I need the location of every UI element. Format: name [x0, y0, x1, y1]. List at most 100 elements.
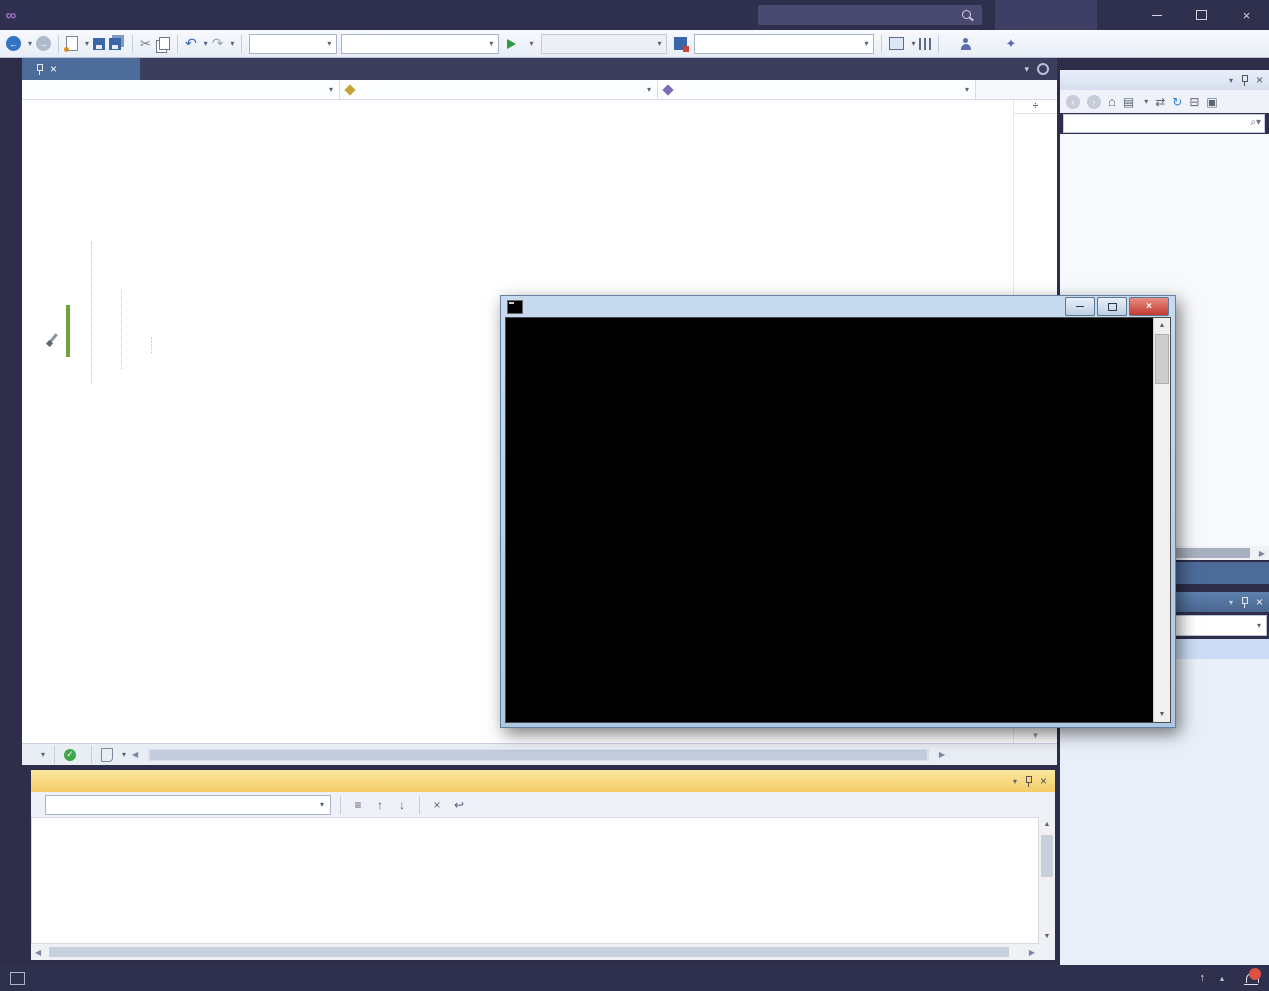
output-panel: ▾ × ▾ ≡ ↑ ↓ × ↩ ▲ ▼ ◀ ▶ — [31, 770, 1055, 960]
nav-member-dropdown[interactable]: ▾ — [658, 80, 976, 99]
solution-platform-select[interactable]: ▾ — [341, 33, 500, 54]
scrollbar-thumb[interactable] — [49, 947, 1009, 957]
new-file-dropdown-icon[interactable]: ▾ — [85, 39, 89, 48]
nav-project-dropdown[interactable]: ▾ — [22, 80, 340, 99]
cmd-maximize-button[interactable] — [1097, 297, 1127, 316]
cmd-scrollbar[interactable]: ▲ ▼ — [1153, 318, 1170, 722]
output-source-select[interactable]: ▾ — [45, 794, 331, 815]
scroll-left-icon[interactable]: ◀ — [35, 948, 41, 957]
column-guides-icon[interactable] — [919, 37, 932, 50]
cut-icon[interactable]: ✂ — [140, 36, 151, 52]
cmd-title-bar[interactable]: × — [501, 296, 1175, 317]
undo-dropdown-icon[interactable]: ▾ — [204, 39, 208, 48]
pin-icon[interactable] — [35, 63, 44, 75]
scroll-right-icon[interactable]: ▶ — [939, 750, 945, 759]
goto-message-icon[interactable]: ≡ — [350, 798, 366, 812]
health-check-icon: ✓ — [64, 748, 77, 761]
quick-actions-icon[interactable] — [46, 332, 60, 347]
switch-views-icon[interactable]: ▤ — [1123, 95, 1134, 109]
document-outline-dropdown-icon[interactable]: ▾ — [122, 750, 126, 759]
next-message-icon[interactable]: ↓ — [394, 798, 410, 812]
editor-layout-icon[interactable] — [889, 37, 905, 50]
start-debug-button[interactable]: ▾ — [507, 38, 533, 49]
cmd-close-button[interactable]: × — [1129, 297, 1169, 316]
scrollbar-thumb[interactable] — [1041, 835, 1053, 877]
nav-type-dropdown[interactable]: ▾ — [340, 80, 658, 99]
forward-icon[interactable]: › — [1087, 94, 1101, 109]
window-menu-icon[interactable]: ▾ — [1013, 777, 1017, 786]
cmd-console[interactable]: ▲ ▼ — [505, 317, 1171, 723]
navigate-back-dropdown-icon[interactable]: ▾ — [28, 39, 32, 48]
scroll-up-icon[interactable]: ▲ — [1039, 817, 1055, 832]
editor-layout-dropdown-icon[interactable]: ▾ — [911, 39, 915, 48]
feedback-icon[interactable]: ✦ — [1005, 36, 1016, 52]
class-icon — [344, 83, 356, 96]
window-menu-icon[interactable]: ▾ — [1229, 76, 1233, 85]
save-all-icon[interactable] — [109, 37, 122, 50]
chevron-up-icon[interactable]: ▴ — [1220, 974, 1224, 983]
show-all-files-icon[interactable]: ▣ — [1206, 95, 1217, 109]
scroll-left-icon[interactable]: ◀ — [132, 750, 138, 759]
tab-program-cs[interactable]: × — [22, 58, 140, 80]
quick-search-input[interactable] — [758, 5, 982, 25]
zoom-dropdown-icon[interactable]: ▾ — [41, 750, 45, 759]
word-wrap-icon[interactable]: ↩ — [451, 798, 467, 812]
refresh-icon[interactable]: ↻ — [1172, 95, 1182, 109]
scroll-down-icon[interactable]: ▼ — [1014, 731, 1057, 740]
scroll-down-icon[interactable]: ▼ — [1154, 707, 1170, 722]
scroll-down-icon[interactable]: ▼ — [1039, 929, 1055, 944]
close-icon[interactable]: × — [1256, 74, 1263, 86]
cmd-minimize-button[interactable] — [1065, 297, 1095, 316]
pin-icon[interactable] — [1240, 596, 1249, 608]
close-button[interactable]: × — [1224, 0, 1269, 30]
solution-explorer-header[interactable]: ▾ × — [1060, 70, 1269, 90]
pin-icon[interactable] — [1024, 775, 1033, 787]
output-header[interactable]: ▾ × — [31, 770, 1055, 792]
solution-configuration-select[interactable]: ▾ — [249, 33, 338, 54]
document-list-icon[interactable]: ▾ — [1024, 64, 1029, 75]
document-tab-well: × ▾ — [22, 58, 1057, 80]
window-menu-icon[interactable]: ▾ — [1229, 598, 1233, 607]
window-controls: × — [1134, 0, 1269, 30]
scrollbar-thumb[interactable] — [1176, 548, 1250, 558]
close-icon[interactable]: × — [1256, 596, 1263, 608]
navigate-forward-icon[interactable]: → — [36, 36, 52, 51]
previous-message-icon[interactable]: ↑ — [372, 798, 388, 812]
attach-process-icon[interactable] — [674, 37, 690, 52]
sync-with-active-document-icon[interactable]: ⇄ — [1155, 95, 1165, 109]
background-tasks-icon[interactable] — [10, 971, 25, 985]
scroll-up-icon[interactable]: ▲ — [1154, 318, 1170, 333]
back-icon[interactable]: ‹ — [1066, 94, 1080, 109]
filter-dropdown-icon[interactable]: ▾ — [1144, 97, 1148, 106]
collapse-all-icon[interactable]: ⊟ — [1189, 95, 1199, 109]
change-tracking-bar — [66, 305, 70, 357]
maximize-button[interactable] — [1179, 0, 1224, 30]
home-icon[interactable]: ⌂ — [1108, 94, 1116, 109]
save-icon[interactable] — [93, 37, 106, 50]
output-content[interactable] — [31, 817, 1039, 944]
cmd-window[interactable]: × ▲ ▼ — [500, 295, 1176, 728]
tab-well-options-icon[interactable] — [1037, 63, 1049, 75]
scrollbar-thumb[interactable] — [1155, 334, 1169, 384]
solution-explorer-toolbar: ‹ › ⌂ ▤ ▾ ⇄ ↻ ⊟ ▣ — [1060, 90, 1269, 113]
toolbar-find-combo[interactable]: ▾ — [694, 33, 875, 54]
notification-badge[interactable] — [1249, 968, 1261, 980]
new-file-icon[interactable] — [64, 36, 79, 52]
minimize-button[interactable] — [1134, 0, 1179, 30]
scroll-right-icon[interactable]: ▶ — [1259, 549, 1265, 558]
solution-search-input[interactable] — [1063, 114, 1265, 133]
close-icon[interactable]: × — [1040, 775, 1047, 787]
left-tool-tab-strip — [0, 58, 22, 965]
horizontal-scrollbar[interactable] — [148, 748, 929, 761]
document-outline-icon[interactable] — [101, 747, 114, 762]
clear-all-icon[interactable]: × — [429, 798, 445, 812]
pin-icon[interactable] — [1240, 74, 1249, 86]
scroll-right-icon[interactable]: ▶ — [1029, 948, 1035, 957]
navigate-back-icon[interactable]: ← — [6, 36, 21, 51]
undo-icon[interactable]: ↶ — [185, 35, 197, 52]
live-share-button[interactable] — [960, 37, 977, 50]
split-window-icon[interactable]: ÷ — [1014, 100, 1057, 114]
tab-close-icon[interactable]: × — [50, 63, 57, 75]
copy-icon[interactable] — [158, 37, 170, 50]
title-bar: ∞ × — [0, 0, 1269, 30]
